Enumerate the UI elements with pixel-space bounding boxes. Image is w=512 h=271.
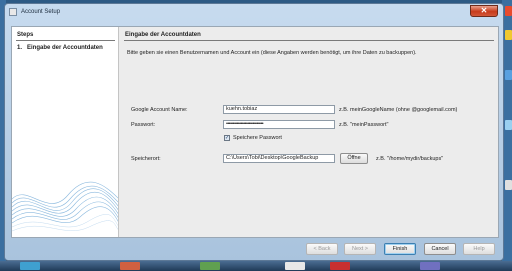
window-title: Account Setup — [21, 9, 61, 15]
help-button[interactable]: Help — [463, 243, 495, 255]
account-name-hint: z.B. meinGoogleName (ohne @googlemail.co… — [339, 107, 458, 113]
close-icon: ✕ — [480, 6, 488, 15]
password-hint: z.B. "meinPasswort" — [339, 122, 389, 128]
steps-panel: Steps 1. Eingabe der Accountdaten — [12, 27, 119, 237]
title-bar[interactable]: Account Setup ✕ — [5, 4, 503, 21]
wave-decoration — [12, 181, 118, 232]
taskbar-item[interactable] — [330, 262, 350, 270]
taskbar-item[interactable] — [285, 262, 305, 270]
intro-text: Bitte geben sie einen Benutzernamen und … — [127, 50, 417, 56]
desktop-shortcut-icon[interactable] — [505, 120, 512, 130]
browse-button[interactable]: Öffne — [340, 153, 368, 164]
taskbar-item[interactable] — [20, 262, 40, 270]
password-input[interactable]: •••••••••••••••••••••••••••• — [223, 120, 335, 129]
step-item: 1. Eingabe der Accountdaten — [17, 45, 103, 51]
steps-title: Steps — [17, 32, 34, 38]
wizard-button-bar: < Back Next > Finish Cancel Help — [11, 240, 499, 258]
taskbar-item[interactable] — [200, 262, 220, 270]
close-button[interactable]: ✕ — [470, 5, 498, 17]
main-panel: Eingabe der Accountdaten Bitte geben sie… — [120, 27, 498, 237]
step-label: Eingabe der Accountdaten — [27, 45, 103, 51]
account-name-label: Google Account Name: — [131, 107, 188, 113]
save-password-label[interactable]: Speichere Passwort — [233, 135, 282, 141]
step-number: 1. — [17, 45, 23, 51]
next-button[interactable]: Next > — [344, 243, 376, 255]
account-name-input[interactable]: kuehn.tobiaz — [223, 105, 335, 114]
main-divider — [124, 40, 494, 41]
wizard-content: Steps 1. Eingabe der Accountdaten Eingab… — [11, 26, 499, 238]
taskbar-item[interactable] — [120, 262, 140, 270]
account-setup-window: Account Setup ✕ Steps 1. Eingabe der Acco… — [4, 3, 504, 261]
desktop-shortcut-icon[interactable] — [505, 30, 512, 40]
desktop-shortcut-icon[interactable] — [505, 180, 512, 190]
storage-location-hint: z.B. "/home/mydir/backups" — [376, 156, 444, 162]
desktop-shortcut-icon[interactable] — [505, 6, 512, 16]
storage-location-label: Speicherort: — [131, 156, 161, 162]
taskbar — [0, 261, 512, 271]
steps-divider — [16, 40, 115, 41]
desktop-shortcut-icon[interactable] — [505, 70, 512, 80]
checkbox-check-icon: ✓ — [225, 135, 230, 141]
cancel-button[interactable]: Cancel — [424, 243, 456, 255]
taskbar-item[interactable] — [420, 262, 440, 270]
save-password-checkbox[interactable]: ✓ — [224, 135, 230, 141]
page-title: Eingabe der Accountdaten — [125, 32, 201, 38]
password-label: Passwort: — [131, 122, 156, 128]
finish-button[interactable]: Finish — [384, 243, 416, 255]
storage-location-input[interactable]: C:\Users\Tobi\Desktop\GoogleBackup — [223, 154, 335, 163]
window-app-icon — [9, 8, 17, 16]
back-button[interactable]: < Back — [306, 243, 338, 255]
